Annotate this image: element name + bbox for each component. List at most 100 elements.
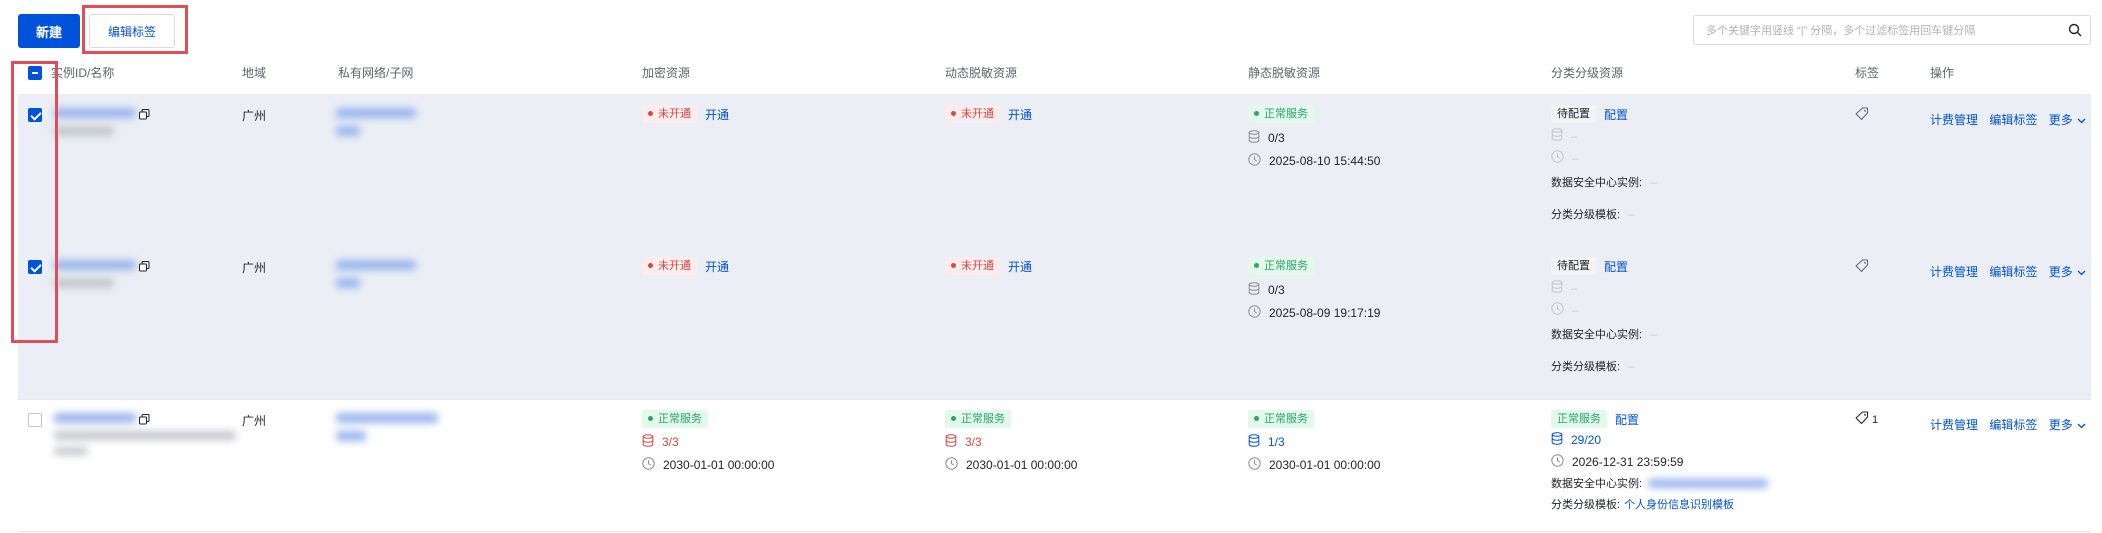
status-badge: 正常服务 — [1248, 105, 1314, 123]
status-badge: 正常服务 — [1551, 410, 1607, 428]
create-button[interactable]: 新建 — [18, 14, 80, 48]
copy-icon[interactable] — [139, 412, 150, 430]
status-badge: 未开通 — [642, 257, 697, 275]
tag-icon[interactable] — [1855, 259, 1869, 278]
vpc-link[interactable] — [336, 413, 438, 423]
tag-icon[interactable] — [1855, 411, 1869, 428]
status-badge: 正常服务 — [945, 410, 1011, 428]
clock-icon — [1551, 454, 1564, 470]
clock-icon — [1248, 457, 1261, 473]
clock-icon — [945, 457, 958, 473]
encrypt-status: 未开通 开通 — [642, 257, 729, 275]
dynamic-status: 未开通 开通 — [945, 257, 1032, 275]
row-checkbox[interactable] — [28, 108, 42, 122]
col-region: 地域 — [242, 66, 267, 80]
database-icon — [642, 434, 654, 450]
instance-id-link[interactable] — [54, 108, 136, 118]
col-ops: 操作 — [1930, 66, 1955, 80]
subnet-link[interactable] — [336, 278, 360, 288]
table-header: 实例ID/名称 地域 私有网络/子网 加密资源 动态脱敏资源 静态脱敏资源 分类… — [18, 58, 2091, 95]
copy-icon[interactable] — [139, 107, 150, 125]
classify-count: – — [1551, 280, 1578, 296]
subnet-link[interactable] — [336, 431, 366, 441]
edit-tags-button[interactable]: 编辑标签 — [89, 14, 175, 48]
instance-id-link[interactable] — [54, 260, 136, 270]
encrypt-status: 正常服务 — [642, 410, 708, 428]
instance-id-link[interactable] — [54, 413, 136, 423]
security-center: 数据安全中心实例: – — [1551, 327, 1657, 341]
col-dynamic: 动态脱敏资源 — [945, 66, 1018, 80]
billing-link[interactable]: 计费管理 — [1930, 113, 1978, 127]
database-icon — [1248, 282, 1260, 298]
vpc-link[interactable] — [336, 260, 416, 270]
copy-icon[interactable] — [139, 259, 150, 277]
region: 广州 — [242, 414, 267, 428]
static-time: 2025-08-09 19:17:19 — [1248, 305, 1380, 321]
billing-link[interactable]: 计费管理 — [1930, 418, 1978, 432]
edit-tag-link[interactable]: 编辑标签 — [1989, 418, 2037, 432]
table-row[interactable]: 广州 正常服务 3/3 2030-01-01 00:00:00 正常服务 3/3… — [18, 399, 2091, 532]
billing-link[interactable]: 计费管理 — [1930, 265, 1978, 279]
dynamic-status: 正常服务 — [945, 410, 1011, 428]
status-badge: 未开通 — [642, 105, 697, 123]
classify-count: – — [1551, 128, 1578, 144]
more-dropdown[interactable]: 更多 — [2049, 113, 2086, 127]
classify-time: 2026-12-31 23:59:59 — [1551, 454, 1683, 470]
status-badge: 待配置 — [1551, 105, 1596, 123]
clock-icon — [1248, 153, 1261, 169]
configure-link[interactable]: 配置 — [1604, 106, 1628, 123]
static-count: 0/3 — [1248, 282, 1285, 298]
clock-icon — [1551, 302, 1564, 318]
chevron-down-icon — [2077, 270, 2086, 276]
select-all-checkbox[interactable] — [28, 66, 42, 80]
database-icon — [1551, 432, 1563, 448]
classify-status: 待配置 配置 — [1551, 257, 1628, 275]
enable-encrypt-link[interactable]: 开通 — [705, 106, 729, 123]
edit-tag-link[interactable]: 编辑标签 — [1989, 113, 2037, 127]
edit-tag-link[interactable]: 编辑标签 — [1989, 265, 2037, 279]
enable-dynamic-link[interactable]: 开通 — [1008, 258, 1032, 275]
row-actions: 计费管理 编辑标签 更多 — [1930, 263, 2094, 280]
row-checkbox[interactable] — [28, 260, 42, 274]
configure-link[interactable]: 配置 — [1604, 258, 1628, 275]
static-status: 正常服务 — [1248, 410, 1314, 428]
chevron-down-icon — [2077, 423, 2086, 429]
region: 广州 — [242, 261, 267, 275]
database-icon — [945, 434, 957, 450]
table-row[interactable]: 广州 未开通 开通 未开通 开通 正常服务 0/3 2025-08-09 19:… — [18, 246, 2091, 400]
search-box[interactable] — [1693, 15, 2091, 46]
table-row[interactable]: 广州 未开通 开通 未开通 开通 正常服务 0/3 2025-08-10 15:… — [18, 94, 2091, 247]
enable-dynamic-link[interactable]: 开通 — [1008, 106, 1032, 123]
row-checkbox[interactable] — [28, 413, 42, 427]
dynamic-status: 未开通 开通 — [945, 105, 1032, 123]
security-center-link[interactable] — [1648, 478, 1769, 488]
enable-encrypt-link[interactable]: 开通 — [705, 258, 729, 275]
classify-time: – — [1551, 150, 1579, 166]
status-badge: 未开通 — [945, 105, 1000, 123]
subnet-link[interactable] — [336, 126, 360, 136]
col-encrypt: 加密资源 — [642, 66, 691, 80]
classify-status: 待配置 配置 — [1551, 105, 1628, 123]
status-badge: 待配置 — [1551, 257, 1596, 275]
classify-count: 29/20 — [1551, 432, 1601, 448]
instance-name-cont — [54, 447, 88, 455]
row-actions: 计费管理 编辑标签 更多 — [1930, 416, 2094, 433]
status-badge: 未开通 — [945, 257, 1000, 275]
configure-link[interactable]: 配置 — [1615, 411, 1639, 428]
col-vpc: 私有网络/子网 — [338, 66, 414, 80]
vpc-link[interactable] — [336, 108, 416, 118]
clock-icon — [1248, 305, 1261, 321]
search-input[interactable] — [1704, 16, 2063, 46]
database-icon — [1551, 128, 1563, 144]
template-link[interactable]: 个人身份信息识别模板 — [1624, 496, 1734, 512]
col-classify: 分类分级资源 — [1551, 66, 1624, 80]
more-dropdown[interactable]: 更多 — [2049, 265, 2086, 279]
row-actions: 计费管理 编辑标签 更多 — [1930, 111, 2094, 128]
static-status: 正常服务 — [1248, 257, 1314, 275]
search-icon[interactable] — [2068, 23, 2082, 42]
tag-icon[interactable] — [1855, 107, 1869, 126]
more-dropdown[interactable]: 更多 — [2049, 418, 2086, 432]
tag-count: 1 — [1872, 413, 1879, 426]
encrypt-status: 未开通 开通 — [642, 105, 729, 123]
status-badge: 正常服务 — [1248, 257, 1314, 275]
